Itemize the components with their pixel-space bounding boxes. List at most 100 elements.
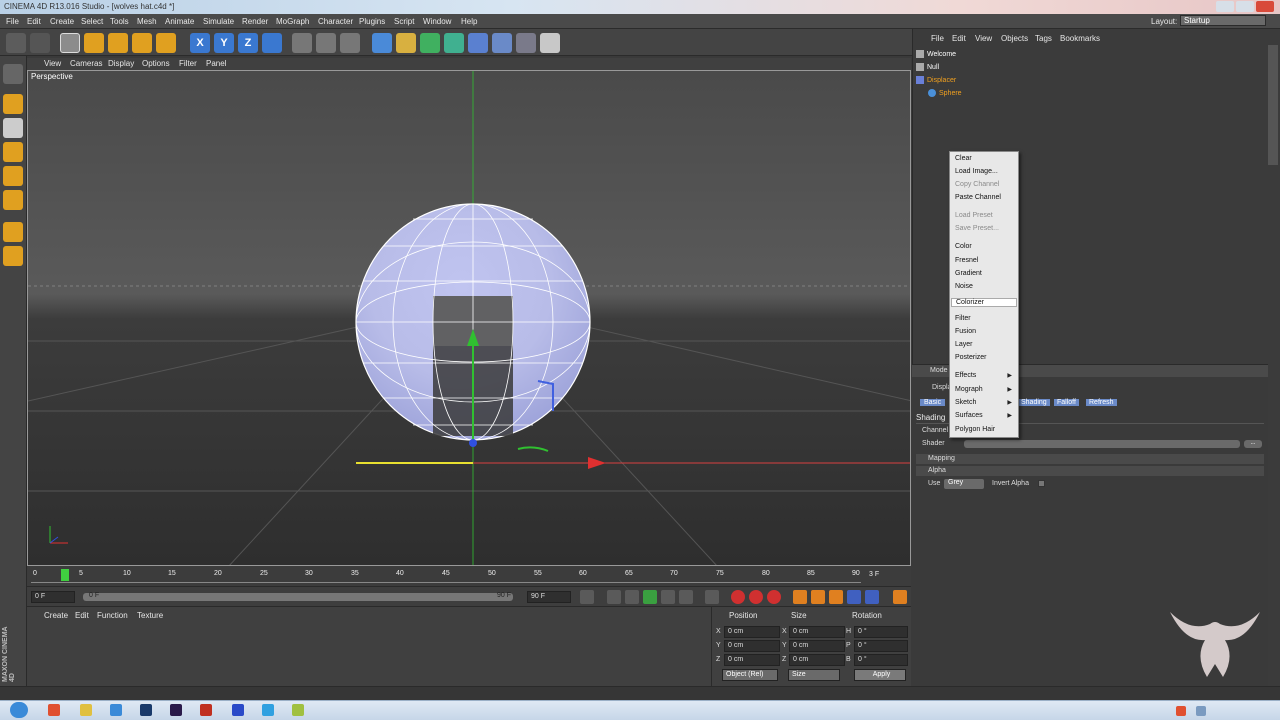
material-menu-function[interactable]: Function — [97, 611, 128, 620]
shader-slot[interactable] — [964, 440, 1240, 448]
render-picture-viewer-icon[interactable] — [316, 33, 336, 53]
viewport-menu-cameras[interactable]: Cameras — [70, 59, 102, 68]
menu-mograph[interactable]: MoGraph — [276, 17, 309, 26]
recent-tool-icon[interactable] — [156, 33, 176, 53]
end-frame-field[interactable]: 90 F — [527, 591, 571, 603]
start-frame-field[interactable]: 0 F — [31, 591, 75, 603]
edges-mode-icon[interactable] — [3, 166, 23, 186]
record-icon[interactable] — [731, 590, 745, 604]
move-icon[interactable] — [84, 33, 104, 53]
redo-icon[interactable] — [30, 33, 50, 53]
menu-item-noise[interactable]: Noise — [955, 283, 973, 290]
menu-item-fusion[interactable]: Fusion — [955, 328, 976, 335]
scene-floor-icon[interactable] — [492, 33, 512, 53]
render-settings-icon[interactable] — [340, 33, 360, 53]
prev-key-icon[interactable] — [607, 590, 621, 604]
nurbs-icon[interactable] — [420, 33, 440, 53]
tray-icon[interactable] — [1176, 706, 1186, 716]
model-mode-icon[interactable] — [3, 94, 23, 114]
rot-h-field[interactable]: 0 ° — [854, 626, 908, 638]
menu-tools[interactable]: Tools — [110, 17, 129, 26]
key-scale-icon[interactable] — [811, 590, 825, 604]
alpha-group[interactable]: Alpha — [916, 466, 1264, 476]
make-editable-icon[interactable] — [3, 64, 23, 84]
viewport-menu-filter[interactable]: Filter — [179, 59, 197, 68]
menu-window[interactable]: Window — [423, 17, 451, 26]
polygons-mode-icon[interactable] — [3, 190, 23, 210]
obj-menu-edit[interactable]: Edit — [952, 34, 966, 43]
taskbar-illustrator-icon[interactable] — [200, 704, 212, 716]
menu-item-paste-channel[interactable]: Paste Channel — [955, 194, 1001, 201]
autokey-icon[interactable] — [749, 590, 763, 604]
menu-animate[interactable]: Animate — [165, 17, 194, 26]
obj-menu-view[interactable]: View — [975, 34, 992, 43]
key-rotation-icon[interactable] — [829, 590, 843, 604]
menu-item-layer[interactable]: Layer — [955, 341, 973, 348]
scale-icon[interactable] — [108, 33, 128, 53]
menu-simulate[interactable]: Simulate — [203, 17, 234, 26]
maximize-button[interactable] — [1236, 1, 1254, 12]
workplane-icon[interactable] — [3, 222, 23, 242]
tab-falloff[interactable]: Falloff — [1054, 399, 1079, 406]
prev-frame-icon[interactable] — [625, 590, 639, 604]
menu-item-posterizer[interactable]: Posterizer — [955, 354, 987, 361]
menu-select[interactable]: Select — [81, 17, 103, 26]
taskbar-skype-icon[interactable] — [262, 704, 274, 716]
tab-refresh[interactable]: Refresh — [1086, 399, 1117, 406]
snapping-icon[interactable] — [3, 246, 23, 266]
spline-icon[interactable] — [396, 33, 416, 53]
camera-icon[interactable] — [516, 33, 536, 53]
object-row-sphere[interactable]: Sphere — [928, 88, 962, 100]
menu-item-fresnel[interactable]: Fresnel — [955, 257, 978, 264]
object-row-welcome[interactable]: Welcome — [916, 49, 956, 61]
size-y-field[interactable]: 0 cm — [789, 640, 845, 652]
deformer-icon[interactable] — [468, 33, 488, 53]
taskbar-ie-icon[interactable] — [110, 704, 122, 716]
rot-p-field[interactable]: 0 ° — [854, 640, 908, 652]
object-row-null[interactable]: Null — [916, 62, 939, 74]
tab-shading[interactable]: Shading — [1018, 399, 1050, 406]
size-z-field[interactable]: 0 cm — [789, 654, 845, 666]
obj-menu-bookmarks[interactable]: Bookmarks — [1060, 34, 1100, 43]
material-menu-texture[interactable]: Texture — [137, 611, 163, 620]
timeline-ruler[interactable]: 0 5 10 15 20 25 30 35 40 45 50 55 60 65 … — [27, 566, 911, 586]
menu-create[interactable]: Create — [50, 17, 74, 26]
viewport-menu-display[interactable]: Display — [108, 59, 134, 68]
key-pla-icon[interactable] — [865, 590, 879, 604]
tab-basic[interactable]: Basic — [920, 399, 946, 406]
taskbar-photoshop-icon[interactable] — [140, 704, 152, 716]
size-x-field[interactable]: 0 cm — [789, 626, 845, 638]
coord-mode-select[interactable]: Object (Rel) — [722, 669, 778, 681]
minimize-button[interactable] — [1216, 1, 1234, 12]
menu-script[interactable]: Script — [394, 17, 414, 26]
attr-mode-label[interactable]: Mode — [930, 367, 948, 374]
menu-item-gradient[interactable]: Gradient — [955, 270, 982, 277]
menu-render[interactable]: Render — [242, 17, 268, 26]
material-menu-edit[interactable]: Edit — [75, 611, 89, 620]
goto-start-icon[interactable] — [580, 590, 594, 604]
undo-icon[interactable] — [6, 33, 26, 53]
menu-item-polygon-hair[interactable]: Polygon Hair — [955, 426, 995, 433]
menu-item-sketch[interactable]: Sketch — [955, 399, 976, 406]
live-selection-icon[interactable] — [60, 33, 80, 53]
range-slider[interactable] — [83, 593, 513, 601]
coord-size-select[interactable]: Size — [788, 669, 840, 681]
viewport-menu-panel[interactable]: Panel — [206, 59, 226, 68]
menu-item-mograph[interactable]: Mograph — [955, 386, 983, 393]
menu-item-colorizer[interactable]: Colorizer — [951, 298, 1017, 307]
3d-viewport[interactable] — [27, 70, 911, 566]
taskbar-chrome-icon[interactable] — [48, 704, 60, 716]
texture-mode-icon[interactable] — [3, 118, 23, 138]
points-mode-icon[interactable] — [3, 142, 23, 162]
obj-menu-objects[interactable]: Objects — [1001, 34, 1028, 43]
menu-item-surfaces[interactable]: Surfaces — [955, 412, 983, 419]
obj-menu-file[interactable]: File — [931, 34, 944, 43]
light-icon[interactable] — [540, 33, 560, 53]
y-axis-lock-button[interactable]: Y — [214, 33, 234, 53]
z-axis-lock-button[interactable]: Z — [238, 33, 258, 53]
menu-file[interactable]: File — [6, 17, 19, 26]
x-axis-lock-button[interactable]: X — [190, 33, 210, 53]
rotate-icon[interactable] — [132, 33, 152, 53]
menu-help[interactable]: Help — [461, 17, 477, 26]
playhead[interactable] — [61, 569, 69, 581]
